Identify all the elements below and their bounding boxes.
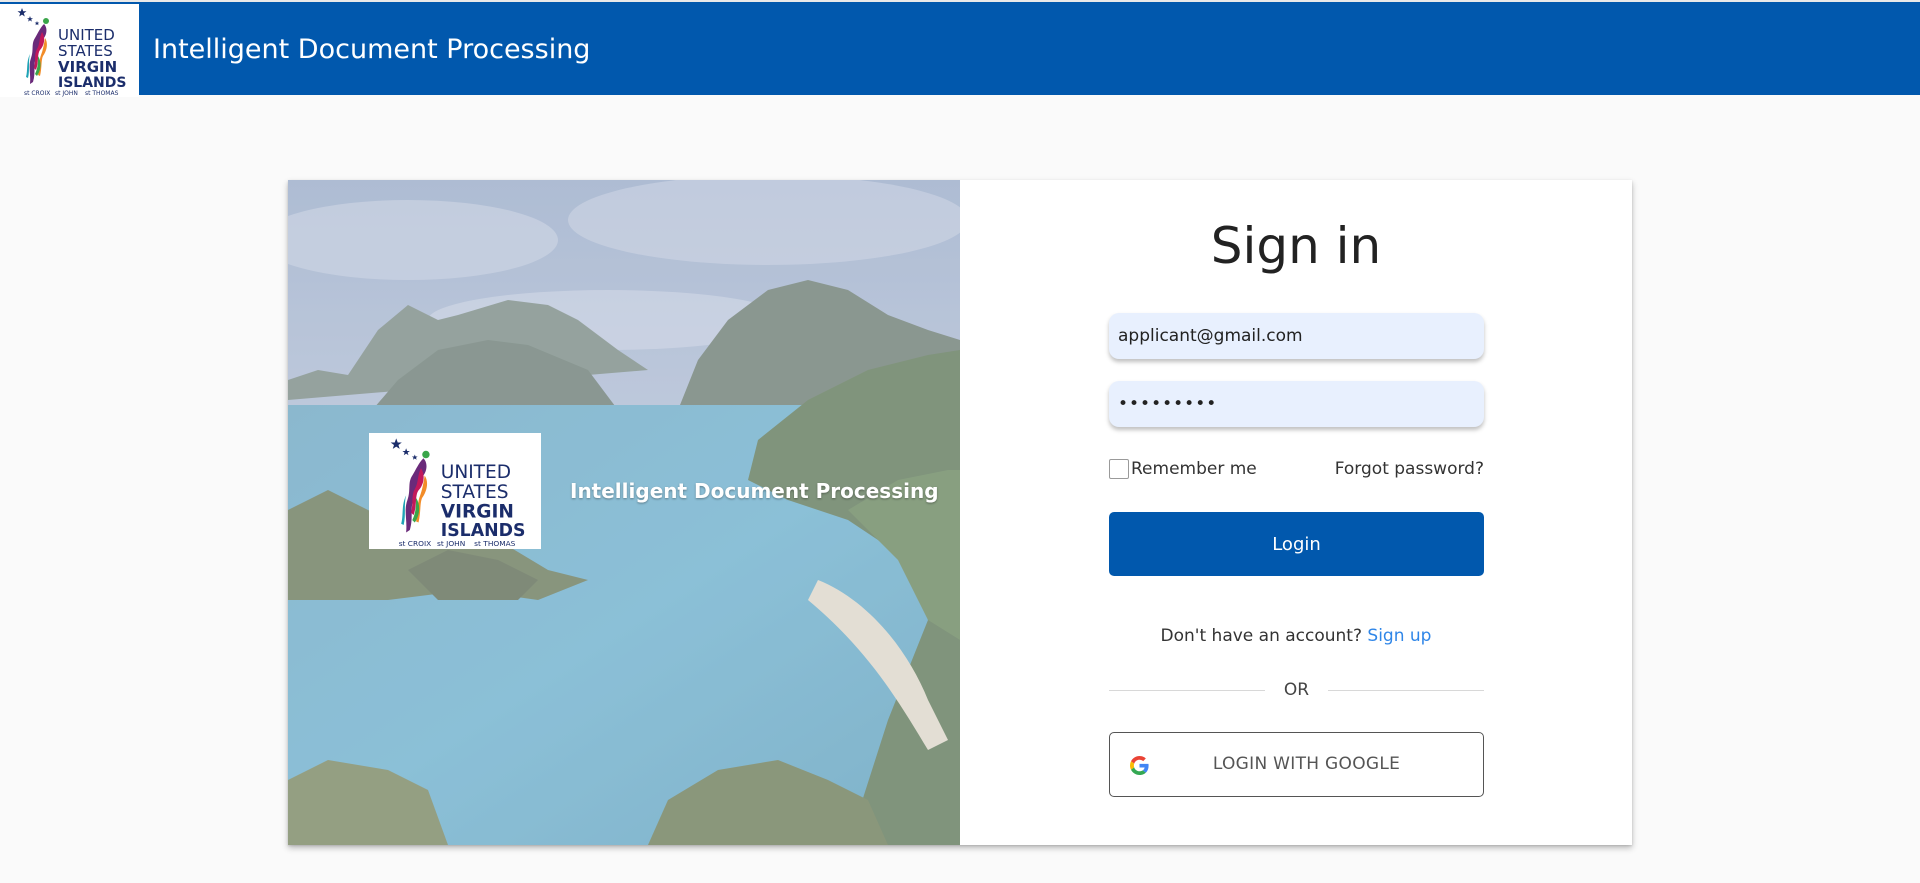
- svg-text:ISLANDS: ISLANDS: [58, 75, 126, 91]
- password-field-container: [1109, 381, 1484, 427]
- svg-text:st THOMAS: st THOMAS: [85, 90, 119, 97]
- hero-panel: UNITED STATES VIRGIN ISLANDS st CROIX st…: [288, 180, 960, 845]
- remember-row: Remember me Forgot password?: [1109, 458, 1484, 480]
- signup-prompt: Don't have an account?: [1160, 626, 1362, 646]
- svg-text:st CROIX: st CROIX: [24, 90, 50, 97]
- signup-row: Don't have an account? Sign up: [960, 625, 1632, 647]
- signin-form: Sign in Remember me Forgot password? Log…: [960, 180, 1632, 845]
- login-with-google-button[interactable]: LOGIN WITH GOOGLE: [1109, 732, 1484, 797]
- hero-title: Intelligent Document Processing: [570, 479, 939, 503]
- forgot-password-link[interactable]: Forgot password?: [1335, 458, 1484, 480]
- usvi-logo-icon: UNITED STATES VIRGIN ISLANDS st CROIX st…: [390, 438, 525, 548]
- divider-line-right: [1328, 690, 1484, 691]
- login-with-google-label: LOGIN WITH GOOGLE: [1212, 754, 1401, 774]
- login-button[interactable]: Login: [1109, 512, 1484, 576]
- svg-text:st JOHN: st JOHN: [437, 539, 465, 548]
- remember-me-checkbox[interactable]: [1109, 459, 1129, 479]
- top-app-bar: UNITED STATES VIRGIN ISLANDS st CROIX st…: [0, 0, 1920, 97]
- svg-text:UNITED: UNITED: [441, 462, 511, 483]
- star-icon: [17, 8, 40, 26]
- email-field-container: [1109, 313, 1484, 359]
- remember-me-label[interactable]: Remember me: [1131, 458, 1257, 480]
- password-field[interactable]: [1109, 381, 1484, 427]
- svg-text:STATES: STATES: [441, 482, 509, 503]
- email-field[interactable]: [1109, 313, 1484, 359]
- usvi-logo-icon: UNITED STATES VIRGIN ISLANDS st CROIX st…: [17, 8, 126, 97]
- or-divider: OR: [1109, 679, 1484, 701]
- svg-text:VIRGIN: VIRGIN: [58, 58, 117, 76]
- signin-heading: Sign in: [1210, 217, 1382, 275]
- hero-logo: UNITED STATES VIRGIN ISLANDS st CROIX st…: [369, 433, 541, 549]
- signup-link[interactable]: Sign up: [1367, 626, 1431, 646]
- login-card: UNITED STATES VIRGIN ISLANDS st CROIX st…: [288, 180, 1632, 845]
- svg-text:st THOMAS: st THOMAS: [474, 539, 515, 548]
- app-title: Intelligent Document Processing: [153, 34, 591, 65]
- header-logo[interactable]: UNITED STATES VIRGIN ISLANDS st CROIX st…: [0, 4, 139, 97]
- svg-text:st CROIX: st CROIX: [399, 539, 432, 548]
- svg-text:VIRGIN: VIRGIN: [441, 502, 514, 523]
- svg-text:st JOHN: st JOHN: [55, 90, 78, 97]
